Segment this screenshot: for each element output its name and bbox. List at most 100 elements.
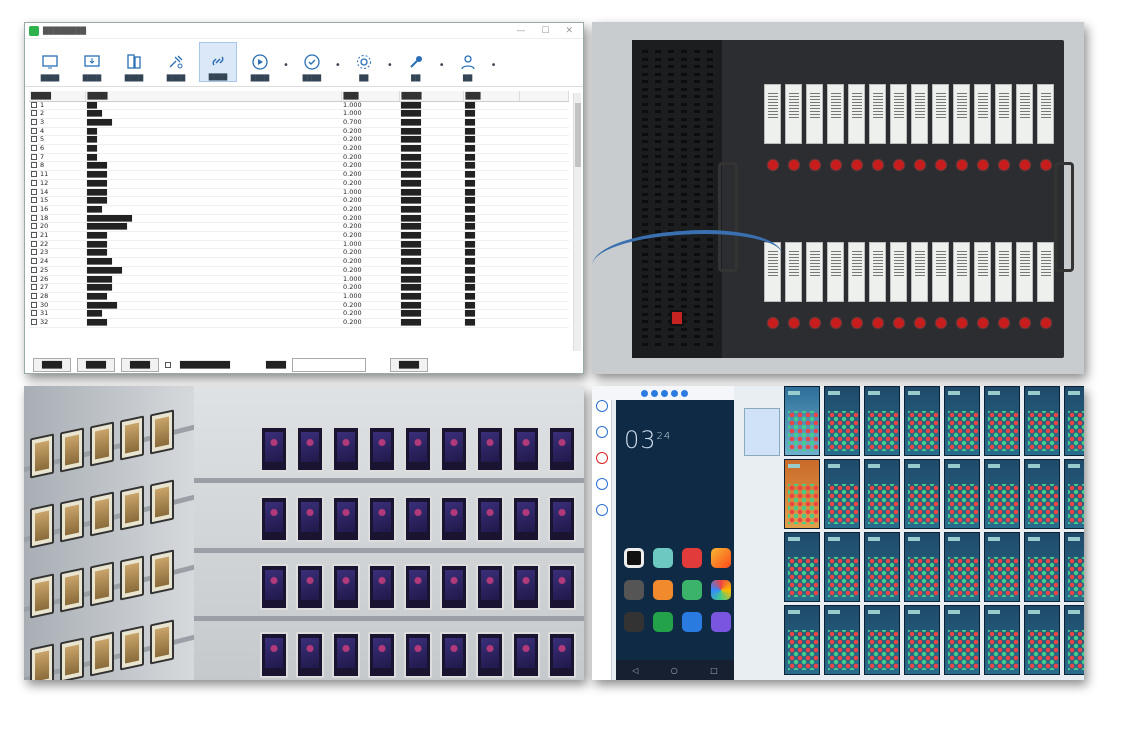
- table-row[interactable]: 31 ███ 0.200 ████ ██: [29, 309, 569, 320]
- maximize-icon[interactable]: ☐: [541, 26, 549, 36]
- music-app-icon[interactable]: [682, 548, 702, 568]
- toolbar-dropdown-dot[interactable]: •: [387, 60, 393, 71]
- table-row[interactable]: 32 ████ 0.200 ████ ██: [29, 318, 569, 328]
- device-thumbnail[interactable]: [864, 459, 900, 529]
- column-header[interactable]: ███: [341, 91, 400, 102]
- sidebar-settings-icon[interactable]: [595, 504, 608, 516]
- row-checkbox[interactable]: [31, 249, 37, 256]
- table-row[interactable]: 12 ████ 0.200 ████ ██: [29, 179, 569, 189]
- value-input[interactable]: [292, 358, 366, 372]
- row-checkbox[interactable]: [31, 301, 37, 308]
- settings-app-icon[interactable]: [624, 580, 644, 600]
- camera-app-icon[interactable]: [624, 548, 644, 568]
- action-button-2[interactable]: ████: [77, 358, 115, 372]
- device-thumbnail[interactable]: [1024, 459, 1060, 529]
- toolbar-button-10[interactable]: ██: [449, 42, 487, 82]
- table-row[interactable]: 4 ██ 0.200 ████ ██: [29, 127, 569, 137]
- device-thumbnail[interactable]: [864, 605, 900, 675]
- toolbar-button-6[interactable]: ████: [241, 42, 279, 82]
- toolbar-dropdown-dot[interactable]: •: [491, 60, 497, 71]
- action-button-3[interactable]: ████: [121, 358, 159, 372]
- device-thumbnail[interactable]: [1024, 532, 1060, 602]
- close-icon[interactable]: ✕: [565, 26, 573, 36]
- row-checkbox[interactable]: [31, 214, 37, 221]
- theme-app-icon[interactable]: [711, 548, 731, 568]
- table-row[interactable]: 20 ████████ 0.200 ████ ██: [29, 222, 569, 233]
- phone-app-icon[interactable]: [653, 612, 673, 632]
- row-checkbox[interactable]: [31, 171, 37, 178]
- table-row[interactable]: 11 ████ 0.200 ████ ██: [29, 170, 569, 180]
- table-row[interactable]: 24 █████ 0.200 ████ ██: [29, 257, 569, 267]
- device-thumbnail[interactable]: [984, 459, 1020, 529]
- toolbar-button-4[interactable]: ████: [157, 42, 195, 82]
- action-button-4[interactable]: ████: [390, 358, 428, 372]
- table-row[interactable]: 15 ████ 0.200 ████ ██: [29, 196, 569, 206]
- row-checkbox[interactable]: [31, 275, 37, 282]
- minimize-icon[interactable]: —: [516, 26, 525, 36]
- main-phone-screen[interactable]: 0324 ◁ ○ □: [616, 400, 734, 680]
- column-header[interactable]: ████: [399, 91, 464, 102]
- toolbar-button-9[interactable]: ██: [397, 42, 435, 82]
- table-row[interactable]: 5 ██ 0.200 ████ ██: [29, 135, 569, 145]
- table-row[interactable]: 26 █████ 1.000 ████ ██: [29, 275, 569, 285]
- device-thumbnail[interactable]: [824, 605, 860, 675]
- table-row[interactable]: 27 █████ 0.200 ████ ██: [29, 283, 569, 293]
- column-header[interactable]: ████: [29, 91, 86, 102]
- device-thumbnail[interactable]: [984, 532, 1020, 602]
- row-checkbox[interactable]: [31, 240, 37, 247]
- toolbar-dot-icon[interactable]: [651, 389, 658, 397]
- row-checkbox[interactable]: [31, 232, 37, 239]
- row-checkbox[interactable]: [31, 223, 37, 230]
- sidebar-home-icon[interactable]: [595, 400, 608, 412]
- tools-app-icon[interactable]: [711, 580, 731, 600]
- table-row[interactable]: 2 ███ 1.000 ████ ██: [29, 109, 569, 119]
- row-checkbox[interactable]: [31, 127, 37, 134]
- row-checkbox[interactable]: [31, 292, 37, 299]
- table-row[interactable]: 28 ████ 1.000 ████ ██: [29, 292, 569, 302]
- device-thumbnail[interactable]: [984, 386, 1020, 456]
- toolbar-dropdown-dot[interactable]: •: [335, 60, 341, 71]
- device-thumbnail[interactable]: [784, 532, 820, 602]
- home-icon[interactable]: ○: [671, 666, 678, 675]
- back-icon[interactable]: ◁: [632, 666, 638, 675]
- sidebar-file-icon[interactable]: [595, 426, 608, 438]
- row-checkbox[interactable]: [31, 118, 37, 125]
- device-thumbnail[interactable]: [1024, 605, 1060, 675]
- toolbar-button-2[interactable]: ████: [73, 42, 111, 82]
- toolbar-button-7[interactable]: ████: [293, 42, 331, 82]
- table-row[interactable]: 30 ██████ 0.200 ████ ██: [29, 301, 569, 311]
- contacts-app-icon[interactable]: [682, 612, 702, 632]
- device-thumbnail[interactable]: [944, 386, 980, 456]
- row-checkbox[interactable]: [31, 136, 37, 143]
- row-checkbox[interactable]: [31, 266, 37, 273]
- device-thumbnail[interactable]: [904, 459, 940, 529]
- device-thumbnail[interactable]: [1064, 386, 1084, 456]
- toolbar-button-1[interactable]: ████: [31, 42, 69, 82]
- toolbar-dot-icon[interactable]: [661, 389, 668, 397]
- table-row[interactable]: 8 ████ 0.200 ████ ██: [29, 161, 569, 172]
- device-thumbnail[interactable]: [784, 605, 820, 675]
- toolbar-dropdown-dot[interactable]: •: [283, 60, 289, 71]
- row-checkbox[interactable]: [31, 258, 37, 265]
- device-thumbnail[interactable]: [1064, 532, 1084, 602]
- toolbar-dot-icon[interactable]: [641, 389, 648, 397]
- column-header[interactable]: ███: [463, 91, 520, 102]
- messages-app-icon[interactable]: [711, 612, 731, 632]
- device-thumbnail[interactable]: [784, 459, 820, 529]
- row-checkbox[interactable]: [31, 110, 37, 117]
- device-thumbnail[interactable]: [1024, 386, 1060, 456]
- device-thumbnail[interactable]: [864, 532, 900, 602]
- toolbar-dot-icon[interactable]: [681, 389, 688, 397]
- security-app-icon[interactable]: [682, 580, 702, 600]
- row-checkbox[interactable]: [31, 179, 37, 186]
- row-checkbox[interactable]: [31, 284, 37, 291]
- device-thumbnail[interactable]: [904, 386, 940, 456]
- table-row[interactable]: 21 ████ 0.200 ████ ██: [29, 231, 569, 241]
- device-thumbnail[interactable]: [904, 532, 940, 602]
- device-thumbnail[interactable]: [824, 459, 860, 529]
- device-thumbnail[interactable]: [864, 386, 900, 456]
- row-checkbox[interactable]: [31, 145, 37, 152]
- device-thumbnail[interactable]: [824, 532, 860, 602]
- sidebar-refresh-icon[interactable]: [595, 478, 608, 490]
- toolbar-button-5[interactable]: ████: [199, 42, 237, 82]
